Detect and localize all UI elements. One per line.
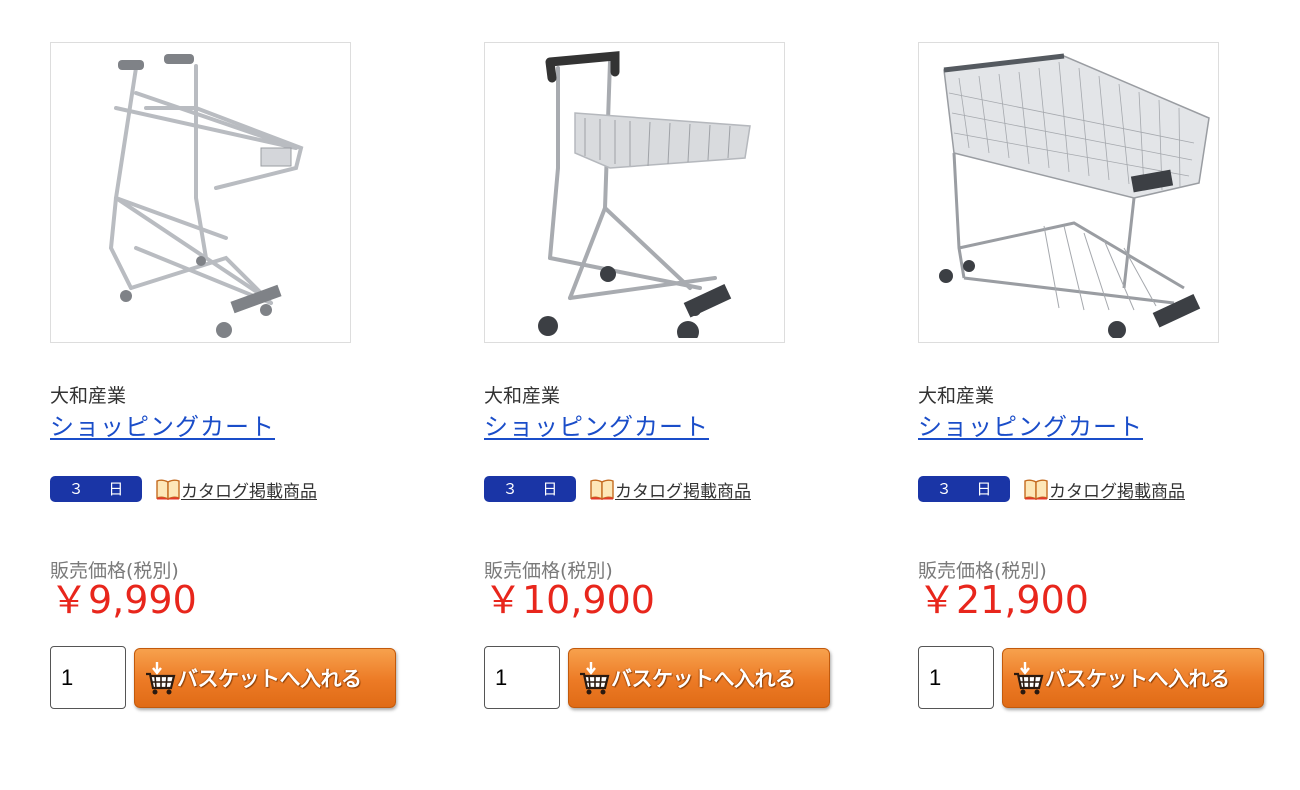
product-image[interactable]	[484, 42, 785, 343]
price-value: ￥21,900	[918, 578, 1089, 622]
delivery-days-badge: ３ 日	[918, 476, 1010, 502]
basket-button-label: バスケットへ入れる	[177, 666, 362, 691]
product-name-link[interactable]: ショッピングカート	[918, 411, 1143, 443]
buy-row: バスケットへ入れる	[50, 646, 400, 709]
basket-button-label: バスケットへ入れる	[611, 666, 796, 691]
quantity-input[interactable]	[484, 646, 560, 709]
delivery-days-badge: ３ 日	[50, 476, 142, 502]
product-name-link[interactable]: ショッピングカート	[484, 411, 709, 443]
product-badges: ３ 日 カタログ掲載商品	[484, 474, 834, 504]
maker-name: 大和産業	[918, 385, 995, 407]
quantity-input[interactable]	[50, 646, 126, 709]
add-to-basket-button[interactable]: バスケットへ入れる	[134, 647, 396, 708]
cart-icon	[1014, 661, 1044, 694]
catalog-link[interactable]: カタログ掲載商品	[181, 477, 317, 502]
book-icon	[156, 479, 180, 500]
maker-name: 大和産業	[50, 385, 127, 407]
product-card: 大和産業 ショッピングカート ３ 日 カタログ掲載商品 販売価格(税別) ￥10…	[484, 42, 834, 709]
cart-icon	[146, 661, 176, 694]
product-badges: ３ 日 カタログ掲載商品	[50, 474, 400, 504]
add-to-basket-button[interactable]: バスケットへ入れる	[568, 647, 830, 708]
delivery-days-badge: ３ 日	[484, 476, 576, 502]
product-image[interactable]	[50, 42, 351, 343]
cart-icon	[580, 661, 610, 694]
product-grid: 大和産業 ショッピングカート ３ 日 カタログ掲載商品 販売価格(税別) ￥9,…	[0, 0, 1300, 790]
product-image[interactable]	[918, 42, 1219, 343]
product-badges: ３ 日 カタログ掲載商品	[918, 474, 1268, 504]
price-value: ￥10,900	[484, 578, 655, 622]
catalog-link[interactable]: カタログ掲載商品	[1049, 477, 1185, 502]
quantity-input[interactable]	[918, 646, 994, 709]
shopping-cart-image	[537, 50, 751, 338]
shopping-cart-image	[938, 53, 1210, 338]
price-value: ￥9,990	[50, 578, 197, 622]
catalog-link[interactable]: カタログ掲載商品	[615, 477, 751, 502]
book-icon	[590, 479, 614, 500]
product-name-link[interactable]: ショッピングカート	[50, 411, 275, 443]
maker-name: 大和産業	[484, 385, 561, 407]
book-icon	[1024, 479, 1048, 500]
basket-button-label: バスケットへ入れる	[1045, 666, 1230, 691]
buy-row: バスケットへ入れる	[918, 646, 1268, 709]
product-card: 大和産業 ショッピングカート ３ 日 カタログ掲載商品 販売価格(税別) ￥21…	[918, 42, 1268, 709]
buy-row: バスケットへ入れる	[484, 646, 834, 709]
shopping-cart-image	[108, 53, 303, 338]
add-to-basket-button[interactable]: バスケットへ入れる	[1002, 647, 1264, 708]
product-card: 大和産業 ショッピングカート ３ 日 カタログ掲載商品 販売価格(税別) ￥9,…	[50, 42, 400, 709]
